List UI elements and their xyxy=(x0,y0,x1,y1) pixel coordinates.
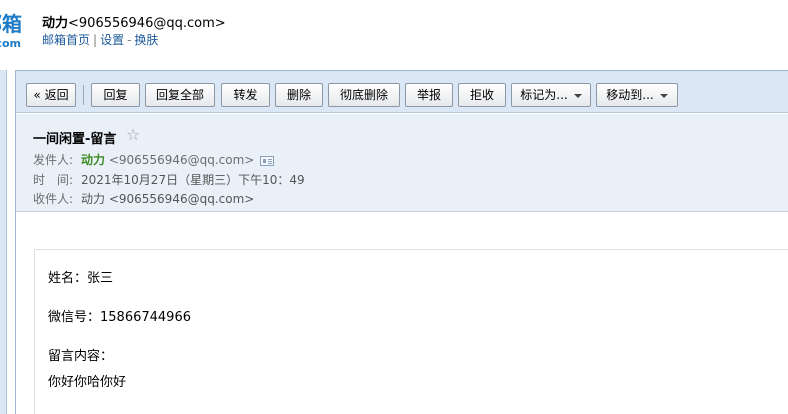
mail-body: 姓名：张三 微信号：15866744966 留言内容： 你好你哈你好 xyxy=(34,249,788,414)
message-text: 你好你哈你好 xyxy=(48,375,127,390)
logo-domain: .com xyxy=(0,37,21,50)
wechat-line: 微信号：15866744966 xyxy=(48,310,191,325)
mail-subject: 一间闲置-留言 xyxy=(33,132,117,147)
account-info: 动力<906556946@qq.com> xyxy=(42,12,226,31)
mail-toolbar: « 返回 回复 回复全部 转发 删除 彻底删除 举报 拒收 标记为... 移动到… xyxy=(16,71,788,113)
delete-permanently-button[interactable]: 彻底删除 xyxy=(328,83,400,107)
move-to-label: 移动到... xyxy=(606,88,654,102)
chevron-down-icon xyxy=(573,93,582,98)
message-label: 留言内容： xyxy=(48,349,114,364)
mark-as-dropdown[interactable]: 标记为... xyxy=(511,83,591,107)
link-mail-home[interactable]: 邮箱首页 xyxy=(42,33,90,47)
recipient-value: 动力 <906556946@qq.com> xyxy=(81,192,255,206)
sender-label: 发件人: xyxy=(33,153,74,167)
link-skin[interactable]: 换肤 xyxy=(134,33,158,47)
link-separator: | xyxy=(93,33,98,47)
sender-row: 发件人: 动力 <906556946@qq.com> xyxy=(33,151,275,168)
toolbar-divider xyxy=(83,85,84,105)
name-line: 姓名：张三 xyxy=(48,271,114,286)
link-separator: - xyxy=(127,33,132,47)
delete-button[interactable]: 删除 xyxy=(275,83,323,107)
star-icon[interactable]: ☆ xyxy=(126,125,140,144)
account-links: 邮箱首页 | 设置 - 换肤 xyxy=(42,31,158,48)
forward-button[interactable]: 转发 xyxy=(221,83,270,107)
left-rail xyxy=(0,70,7,414)
reply-all-button[interactable]: 回复全部 xyxy=(145,83,215,107)
mail-reader: « 返回 回复 回复全部 转发 删除 彻底删除 举报 拒收 标记为... 移动到… xyxy=(15,70,788,414)
reply-button[interactable]: 回复 xyxy=(91,83,140,107)
report-button[interactable]: 举报 xyxy=(405,83,453,107)
contact-card-icon[interactable] xyxy=(260,155,275,166)
time-row: 时 间: 2021年10月27日（星期三）下午10：49 xyxy=(33,171,305,188)
reject-button[interactable]: 拒收 xyxy=(458,83,506,107)
link-settings[interactable]: 设置 xyxy=(100,33,124,47)
chevron-down-icon xyxy=(659,93,668,98)
time-value: 2021年10月27日（星期三）下午10：49 xyxy=(81,173,305,187)
sender-name[interactable]: 动力 xyxy=(81,153,105,167)
logo-text: 邮箱 xyxy=(0,12,22,36)
recipient-label: 收件人: xyxy=(33,192,74,206)
mail-header: 一间闲置-留言 ☆ 发件人: 动力 <906556946@qq.com> 时 间:… xyxy=(16,114,788,212)
recipient-row: 收件人: 动力 <906556946@qq.com> xyxy=(33,190,254,207)
time-label: 时 间: xyxy=(33,173,74,187)
account-nickname: 动力 xyxy=(42,16,69,31)
account-email: <906556946@qq.com> xyxy=(68,16,226,31)
qq-mail-logo[interactable]: 邮箱 .com xyxy=(0,8,24,52)
sender-address: <906556946@qq.com> xyxy=(108,153,255,167)
back-button[interactable]: « 返回 xyxy=(26,83,76,107)
mark-as-label: 标记为... xyxy=(520,88,568,102)
move-to-dropdown[interactable]: 移动到... xyxy=(596,83,678,107)
